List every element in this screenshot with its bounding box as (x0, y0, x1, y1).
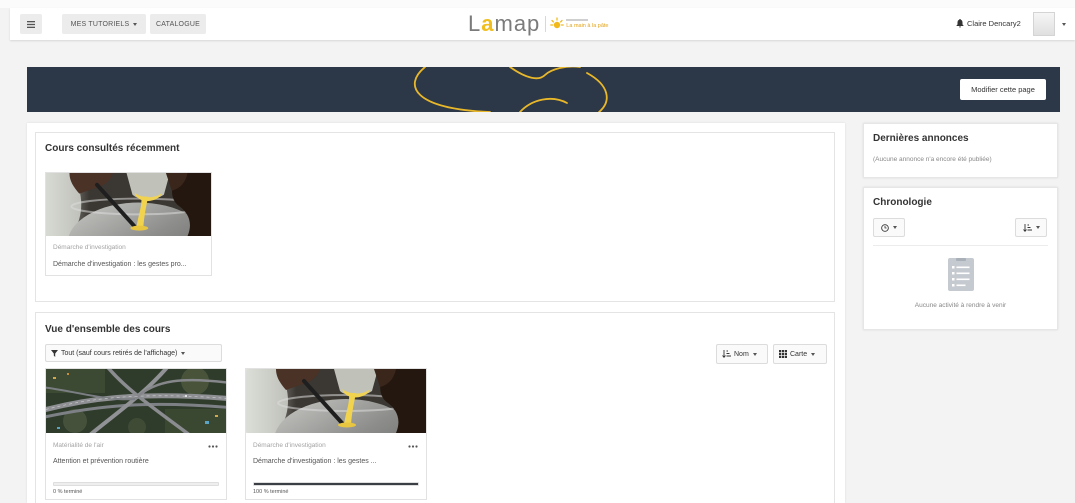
logo-letter-a: a (481, 11, 495, 36)
progress-bar-fill (254, 483, 418, 485)
caret-down-icon (752, 352, 757, 356)
caret-down-icon (1035, 226, 1040, 229)
progress-label: 100 % terminé (253, 489, 289, 495)
menu-toggle-button[interactable] (20, 14, 42, 34)
filter-label: Tout (sauf cours retirés de l'affichage) (61, 349, 178, 357)
banner-decoration (414, 67, 608, 112)
navbar: MES TUTORIELS CATALOGUE Lamap La main à … (10, 8, 1075, 40)
course-card[interactable]: Matérialité de l'air Attention et préven… (45, 368, 227, 500)
announcements-empty-message: (Aucune annonce n'a encore été publiée) (873, 156, 992, 163)
edit-page-button[interactable]: Modifier cette page (960, 79, 1046, 100)
course-category: Matérialité de l'air (53, 442, 104, 449)
nav-mes-tutoriels[interactable]: MES TUTORIELS (62, 14, 146, 34)
timeline-filter-dropdown[interactable] (873, 218, 905, 237)
block-title: Dernières annonces (873, 133, 969, 144)
filter-icon (51, 349, 58, 357)
block-title: Chronologie (873, 197, 932, 208)
grouping-filter-dropdown[interactable]: Tout (sauf cours retirés de l'affichage) (45, 344, 222, 362)
caret-down-icon (181, 351, 186, 355)
more-dots-icon (208, 444, 218, 448)
avatar[interactable] (1033, 12, 1055, 36)
course-category: Démarche d'investigation (53, 244, 126, 251)
progress-bar (253, 482, 419, 486)
caret-down-icon (893, 226, 897, 229)
sort-label: Nom (734, 350, 749, 358)
view-label: Carte (790, 350, 808, 358)
course-overview-block: Vue d'ensemble des cours Tout (sauf cour… (35, 312, 835, 503)
more-dots-icon (408, 444, 418, 448)
course-card-body: Démarche d'investigation Démarche d'inve… (246, 433, 426, 496)
course-actions-menu[interactable] (408, 443, 418, 449)
logo-tagline-text: La main à la pâte (566, 22, 609, 29)
block-title: Cours consultés récemment (45, 143, 180, 154)
bell-icon[interactable] (956, 19, 964, 28)
grid-icon (779, 350, 787, 358)
display-mode-dropdown[interactable]: Carte (773, 344, 827, 364)
page-header-banner: Modifier cette page (27, 67, 1060, 112)
nav-catalogue[interactable]: CATALOGUE (150, 14, 206, 34)
logo-tagline: La main à la pâte (566, 18, 609, 30)
timeline-sort-dropdown[interactable] (1015, 218, 1047, 237)
progress-bar (53, 482, 219, 486)
course-card-body: Démarche d'investigation Démarche d'inve… (46, 236, 211, 270)
nav-label: CATALOGUE (156, 20, 200, 28)
block-title: Vue d'ensemble des cours (45, 324, 171, 335)
document-list-icon (948, 258, 974, 291)
course-name-link[interactable]: Démarche d'investigation : les gestes ..… (253, 457, 419, 467)
sort-icon (1022, 223, 1032, 232)
course-image[interactable] (246, 369, 426, 433)
course-card[interactable]: Démarche d'investigation Démarche d'inve… (245, 368, 427, 500)
course-actions-menu[interactable] (208, 443, 218, 449)
course-image[interactable] (46, 173, 211, 236)
course-name-link[interactable]: Démarche d'investigation : les gestes pr… (53, 260, 204, 270)
divider (873, 245, 1048, 246)
course-name-link[interactable]: Attention et prévention routière (53, 457, 219, 467)
site-logo[interactable]: Lamap La main à la pâte (468, 10, 609, 38)
main-region: Cours consultés récemment Démarche d'inv… (27, 123, 845, 503)
logo-tagline-mark (566, 18, 589, 21)
recent-courses-block: Cours consultés récemment Démarche d'inv… (35, 132, 835, 302)
sun-icon (550, 17, 565, 29)
course-image[interactable] (46, 369, 226, 433)
caret-down-icon[interactable] (1062, 23, 1066, 26)
logo-wordmark: Lamap (468, 10, 540, 38)
progress-label: 0 % terminé (53, 489, 83, 495)
course-card-body: Matérialité de l'air Attention et préven… (46, 433, 226, 496)
logo-letter-l: L (468, 11, 482, 36)
sort-icon (722, 350, 731, 358)
hamburger-icon (27, 20, 35, 28)
course-category: Démarche d'investigation (253, 442, 326, 449)
timeline-block: Chronologie Aucune activité à rendre à v… (863, 187, 1058, 330)
course-card[interactable]: Démarche d'investigation Démarche d'inve… (45, 172, 212, 276)
logo-separator (545, 16, 547, 32)
clock-icon (881, 223, 889, 232)
caret-down-icon (811, 352, 816, 356)
logo-letters-map: map (494, 11, 541, 36)
top-strip (0, 0, 1075, 8)
announcements-block: Dernières annonces (Aucune annonce n'a e… (863, 123, 1058, 178)
timeline-empty-message: Aucune activité à rendre à venir (914, 302, 1007, 309)
nav-label: MES TUTORIELS (70, 20, 130, 28)
user-name[interactable]: Claire Dencary2 (967, 19, 1021, 29)
sort-dropdown[interactable]: Nom (716, 344, 768, 364)
caret-down-icon (133, 22, 138, 26)
